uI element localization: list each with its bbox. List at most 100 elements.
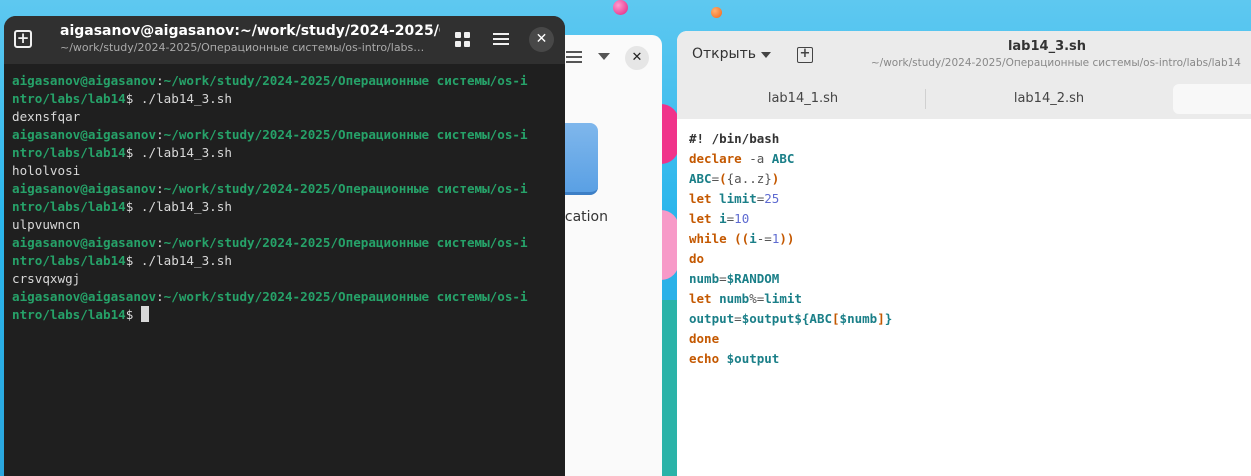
code-token: } <box>884 311 893 326</box>
tab-lab14-1[interactable]: lab14_1.sh <box>681 84 925 114</box>
tab-lab14-2[interactable]: lab14_2.sh <box>927 84 1171 114</box>
close-button[interactable]: ✕ <box>625 46 649 70</box>
code-token: ) <box>771 171 780 186</box>
command-output: dexnsfqar <box>12 109 81 124</box>
prompt-path: ~/work/study/2024-2025/Операционные сист… <box>163 181 528 196</box>
terminal-line: aigasanov@aigasanov:~/work/study/2024-20… <box>12 73 528 88</box>
code-line: declare -a ABC <box>689 149 1239 169</box>
tab-lab14-3-active[interactable] <box>1173 84 1251 114</box>
terminal-line: ulpvuwncn <box>12 216 557 234</box>
prompt-user: aigasanov@aigasanov <box>12 181 157 196</box>
prompt-path: ~/work/study/2024-2025/Операционные сист… <box>163 73 528 88</box>
terminal-line: aigasanov@aigasanov:~/work/study/2024-20… <box>12 235 528 250</box>
command-text: ./lab14_3.sh <box>133 145 232 160</box>
code-token: %= <box>749 291 765 306</box>
document-path: ~/work/study/2024-2025/Операционные сист… <box>870 57 1241 69</box>
terminal-line: aigasanov@aigasanov:~/work/study/2024-20… <box>12 127 528 142</box>
code-token: do <box>689 251 705 266</box>
code-token: done <box>689 331 720 346</box>
code-token: = <box>719 271 727 286</box>
tab-overview-button[interactable] <box>455 32 470 47</box>
code-token: numb <box>689 271 720 286</box>
code-token: output <box>689 311 735 326</box>
code-token: 25 <box>764 191 780 206</box>
code-line: #! /bin/bash <box>689 129 1239 149</box>
code-token: i <box>719 211 727 226</box>
prompt-user: aigasanov@aigasanov <box>12 73 157 88</box>
code-token: $output <box>741 311 795 326</box>
code-view[interactable]: #! /bin/bash declare -a ABC ABC=({a..z}) le… <box>677 119 1251 379</box>
code-token: {a..z} <box>726 171 772 186</box>
editor-headerbar: Открыть + lab14_3.sh ~/work/study/2024-2… <box>677 31 1251 79</box>
terminal-output[interactable]: aigasanov@aigasanov:~/work/study/2024-20… <box>4 64 565 324</box>
file-manager-window: ✕ cation <box>548 35 662 476</box>
prompt-path: ~/work/study/2024-2025/Операционные сист… <box>163 127 528 142</box>
code-line: ABC=({a..z}) <box>689 169 1239 189</box>
terminal-line: ntro/labs/lab14$ ./lab14_3.sh <box>12 91 232 106</box>
terminal-subtitle: ~/work/study/2024-2025/Операционные сист… <box>60 41 425 54</box>
prompt-user: aigasanov@aigasanov <box>12 127 157 142</box>
code-token: $output <box>726 351 780 366</box>
command-output: crsvqxwgj <box>12 271 81 286</box>
prompt-path: ntro/labs/lab14 <box>12 307 126 322</box>
prompt-path: ~/work/study/2024-2025/Операционные сист… <box>163 235 528 250</box>
code-line: let numb%=limit <box>689 289 1239 309</box>
prompt-path: ntro/labs/lab14 <box>12 145 126 160</box>
new-tab-button[interactable]: + <box>14 30 32 48</box>
prompt-path: ntro/labs/lab14 <box>12 199 126 214</box>
command-output: hololvosi <box>12 163 81 178</box>
code-token: let <box>689 291 720 306</box>
code-token: let <box>689 211 720 226</box>
code-line: do <box>689 249 1239 269</box>
close-button[interactable]: ✕ <box>529 27 554 52</box>
code-token: let <box>689 191 720 206</box>
terminal-line: ntro/labs/lab14$ ./lab14_3.sh <box>12 199 232 214</box>
terminal-headerbar: + aigasanov@aigasanov:~/work/study/2024-… <box>4 16 565 64</box>
prompt-path: ntro/labs/lab14 <box>12 253 126 268</box>
wallpaper-bubble <box>613 0 628 15</box>
text-cursor <box>140 306 149 322</box>
code-token: ( <box>719 171 727 186</box>
code-line: let limit=25 <box>689 189 1239 209</box>
code-token: ${ABC <box>794 311 833 326</box>
text-editor-window[interactable]: Открыть + lab14_3.sh ~/work/study/2024-2… <box>677 31 1251 476</box>
list-view-icon[interactable] <box>566 51 582 65</box>
prompt-path: ntro/labs/lab14 <box>12 91 126 106</box>
terminal-line: ntro/labs/lab14$ ./lab14_3.sh <box>12 253 232 268</box>
terminal-line: ntro/labs/lab14$ ./lab14_3.sh <box>12 145 232 160</box>
code-token: limit <box>719 191 757 206</box>
code-line: output=$output${ABC[$numb]} <box>689 309 1239 329</box>
code-line: numb=$RANDOM <box>689 269 1239 289</box>
terminal-window[interactable]: + aigasanov@aigasanov:~/work/study/2024-… <box>4 16 565 476</box>
code-token: declare <box>689 151 742 166</box>
code-token: -a <box>741 151 772 166</box>
code-token: )) <box>779 231 795 246</box>
chevron-down-icon[interactable] <box>761 52 771 58</box>
prompt-user: aigasanov@aigasanov <box>12 235 157 250</box>
code-token: #! /bin/bash <box>689 131 780 146</box>
code-line: echo $output <box>689 349 1239 369</box>
terminal-line: aigasanov@aigasanov:~/work/study/2024-20… <box>12 181 528 196</box>
command-text: ./lab14_3.sh <box>133 199 232 214</box>
code-line: let i=10 <box>689 209 1239 229</box>
open-button[interactable]: Открыть <box>692 46 756 62</box>
code-token: $numb <box>839 311 878 326</box>
menu-button[interactable] <box>493 33 509 46</box>
wallpaper-bubble <box>711 7 722 18</box>
terminal-title: aigasanov@aigasanov:~/work/study/2024-20… <box>60 23 440 39</box>
new-document-button[interactable]: + <box>797 47 813 63</box>
code-token: = <box>711 171 720 186</box>
command-text <box>133 307 141 322</box>
chevron-down-icon[interactable] <box>598 53 610 60</box>
command-output: ulpvuwncn <box>12 217 81 232</box>
code-token: limit <box>764 291 802 306</box>
code-token: numb <box>719 291 750 306</box>
code-line: done <box>689 329 1239 349</box>
terminal-line: hololvosi <box>12 162 557 180</box>
terminal-line: dexnsfqar <box>12 108 557 126</box>
code-token: ABC <box>771 151 795 166</box>
command-text: ./lab14_3.sh <box>133 253 232 268</box>
tab-divider <box>925 89 926 109</box>
terminal-line: ntro/labs/lab14$ <box>12 306 557 324</box>
code-token: while <box>689 231 735 246</box>
